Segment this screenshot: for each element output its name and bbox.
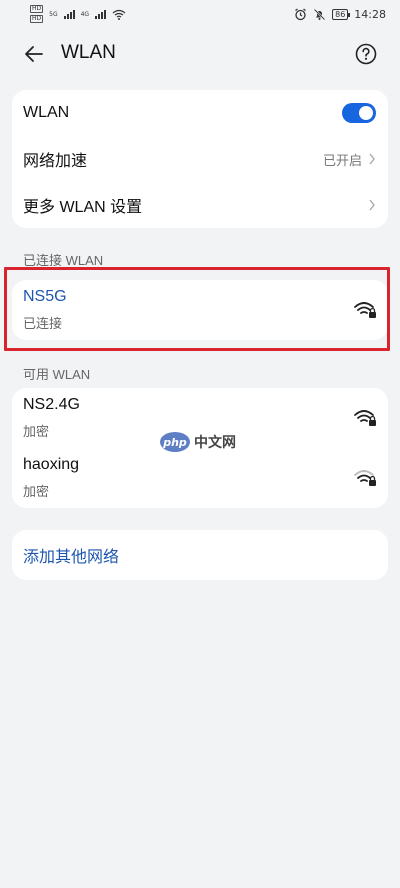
watermark-logo: php 中文网	[160, 432, 236, 452]
more-wlan-settings-label: 更多 WLAN 设置	[23, 199, 143, 216]
wifi-lock-icon	[354, 410, 376, 426]
status-bar: HD HD 5G 4G 86 14:28	[0, 0, 400, 28]
alarm-icon	[295, 8, 306, 20]
watermark-oval: php	[160, 432, 190, 452]
network-acceleration-label: 网络加速	[23, 153, 88, 170]
chevron-right-icon	[369, 153, 375, 165]
add-other-network-button[interactable]: 添加其他网络	[12, 530, 388, 580]
sim-indicators: HD HD	[30, 5, 44, 23]
add-network-card: 添加其他网络	[12, 530, 388, 580]
network-name: NS2.4G	[23, 396, 80, 413]
wlan-label: WLAN	[23, 104, 70, 121]
more-wlan-settings-row[interactable]: 更多 WLAN 设置	[12, 182, 388, 228]
wlan-switch[interactable]	[342, 103, 376, 123]
top-app-bar: WLAN	[0, 34, 400, 74]
signal-icon	[63, 9, 75, 19]
network-type-2: 4G	[80, 10, 90, 18]
add-other-network-label: 添加其他网络	[23, 549, 120, 566]
watermark-text: 中文网	[194, 435, 236, 451]
back-arrow-icon[interactable]	[22, 42, 46, 66]
wlan-toggle-row[interactable]: WLAN	[12, 90, 388, 136]
available-section-title: 可用 WLAN	[23, 367, 91, 382]
wifi-lock-weak-icon	[354, 470, 376, 486]
available-network-row[interactable]: haoxing 加密	[12, 448, 388, 508]
sim2-badge: HD	[30, 15, 44, 23]
network-acceleration-row[interactable]: 网络加速 已开启	[12, 136, 388, 182]
help-icon[interactable]	[354, 42, 378, 66]
page-title: WLAN	[61, 42, 116, 63]
clock: 14:28	[354, 7, 386, 21]
highlight-annotation	[4, 267, 390, 351]
network-security: 加密	[23, 485, 50, 500]
sim1-badge: HD	[30, 5, 44, 13]
network-acceleration-value: 已开启	[322, 153, 362, 169]
mute-bell-icon	[313, 8, 326, 20]
status-left: HD HD 5G 4G	[30, 5, 126, 23]
signal-icon-2	[95, 9, 107, 19]
wlan-settings-card: WLAN 网络加速 已开启 更多 WLAN 设置	[12, 90, 388, 228]
network-type-1: 5G	[49, 10, 58, 18]
network-name: haoxing	[23, 456, 80, 473]
status-right: 86 14:28	[294, 8, 386, 21]
network-security: 加密	[23, 425, 50, 440]
wifi-status-icon	[112, 9, 126, 20]
chevron-right-icon	[369, 199, 375, 211]
battery-icon: 86	[332, 8, 351, 20]
